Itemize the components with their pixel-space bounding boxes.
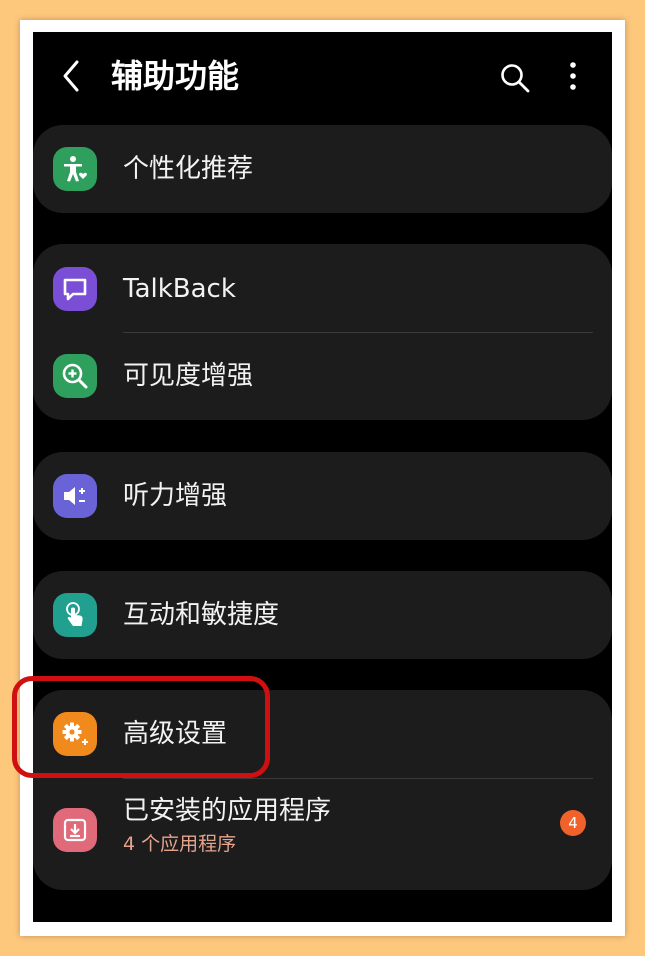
settings-item-visibility-enhancements[interactable]: 可见度增强 — [33, 332, 612, 420]
talkback-icon — [53, 267, 97, 311]
volume-plus-minus-icon — [53, 474, 97, 518]
touch-hand-icon — [53, 593, 97, 637]
settings-group-vision: TalkBack 可见度增强 — [33, 244, 612, 420]
settings-item-installed-apps[interactable]: 已安装的应用程序 4 个应用程序 4 — [33, 778, 612, 890]
settings-item-label: 听力增强 — [123, 481, 228, 511]
top-app-bar: 辅助功能 — [33, 32, 612, 122]
settings-item-label: 互动和敏捷度 — [123, 600, 280, 630]
settings-group-hearing: 听力增强 — [33, 452, 612, 540]
settings-item-label: 可见度增强 — [123, 361, 254, 391]
settings-item-sublabel: 4 个应用程序 — [123, 833, 237, 855]
back-button[interactable] — [57, 58, 87, 94]
zoom-in-icon — [53, 354, 97, 398]
more-vertical-icon — [570, 62, 576, 90]
settings-item-talkback[interactable]: TalkBack — [33, 244, 612, 332]
more-options-button[interactable] — [563, 60, 583, 94]
settings-item-interaction-and-dexterity[interactable]: 互动和敏捷度 — [33, 571, 612, 659]
settings-item-label: 已安装的应用程序 — [123, 796, 332, 826]
page-title: 辅助功能 — [111, 57, 240, 95]
settings-item-hearing-enhancements[interactable]: 听力增强 — [33, 452, 612, 540]
notification-badge: 4 — [560, 810, 586, 836]
search-icon — [501, 64, 530, 93]
settings-group-personalization: 个性化推荐 — [33, 125, 612, 213]
settings-item-personalized-recommendations[interactable]: 个性化推荐 — [33, 125, 612, 213]
highlight-annotation — [12, 676, 270, 778]
search-button[interactable] — [499, 62, 531, 94]
settings-item-label: TalkBack — [123, 274, 236, 304]
settings-item-label: 个性化推荐 — [123, 154, 254, 184]
accessibility-heart-icon — [53, 147, 97, 191]
phone-screen: 辅助功能 个性化推荐 TalkBack 可见度增强 听力增强 互动和敏捷度 高级… — [33, 32, 612, 922]
chevron-left-icon — [63, 60, 79, 92]
download-icon — [53, 808, 97, 852]
settings-group-interaction: 互动和敏捷度 — [33, 571, 612, 659]
